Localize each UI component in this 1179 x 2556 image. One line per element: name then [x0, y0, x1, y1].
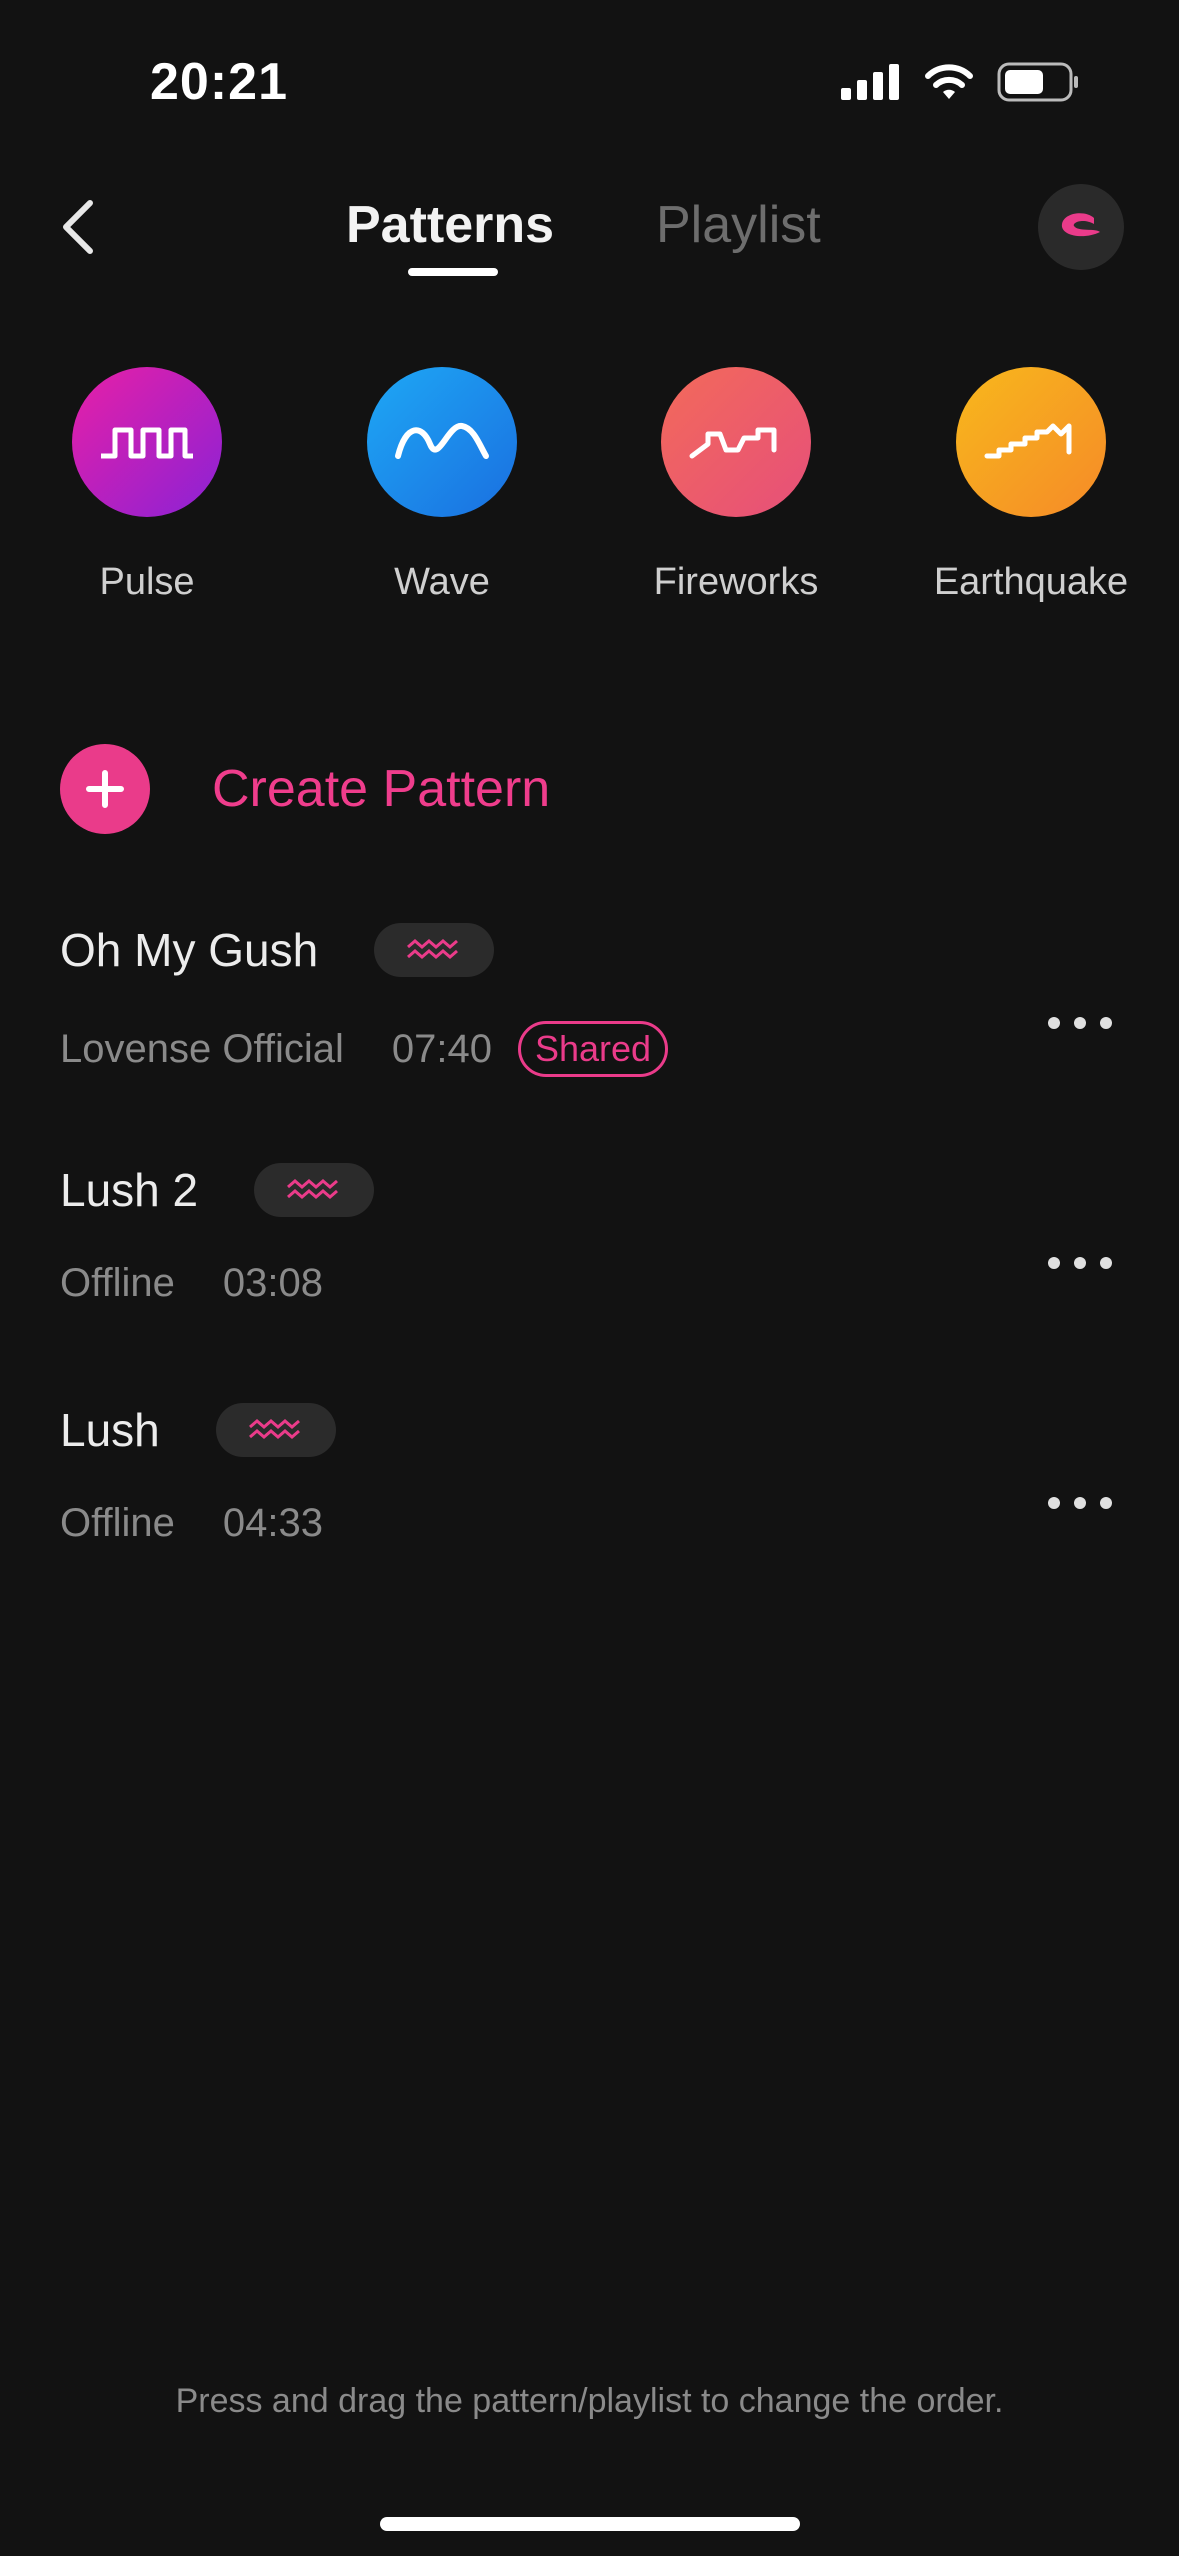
pattern-author: Offline — [60, 1501, 175, 1545]
device-button[interactable] — [1038, 184, 1124, 270]
battery-icon — [997, 62, 1078, 102]
wave-icon — [395, 423, 489, 459]
preset-fireworks[interactable]: Fireworks — [626, 367, 846, 604]
pattern-duration: 04:33 — [222, 1501, 323, 1545]
more-options-button[interactable] — [1040, 1003, 1120, 1043]
pattern-title: Lush — [60, 1404, 160, 1456]
pattern-title: Lush 2 — [60, 1164, 199, 1216]
preset-label: Pulse — [99, 561, 195, 603]
more-options-button[interactable] — [1040, 1243, 1120, 1283]
list-item[interactable]: Oh My Gush Lovense Official 07:40 Shared — [60, 923, 1120, 1123]
create-pattern-button[interactable]: Create Pattern — [60, 744, 550, 834]
tab-playlist[interactable]: Playlist — [656, 195, 821, 255]
active-tab-indicator — [408, 268, 498, 276]
preset-label: Earthquake — [933, 561, 1129, 603]
preset-wave-circle — [367, 367, 517, 517]
list-item[interactable]: Lush 2 Offline 03:08 — [60, 1163, 1120, 1363]
pattern-duration: 03:08 — [222, 1261, 323, 1305]
reorder-hint: Press and drag the pattern/playlist to c… — [175, 2382, 1004, 2420]
fireworks-icon — [689, 427, 777, 459]
device-logo-icon — [1061, 213, 1100, 237]
tab-patterns[interactable]: Patterns — [346, 195, 554, 255]
more-options-button[interactable] — [1040, 1483, 1120, 1523]
preset-wave[interactable]: Wave — [332, 367, 552, 604]
preset-earthquake[interactable]: Earthquake — [921, 367, 1141, 604]
chevron-left-icon — [63, 200, 93, 254]
create-pattern-label: Create Pattern — [212, 760, 551, 818]
wave-lines-icon — [374, 923, 495, 977]
home-indicator — [380, 2517, 800, 2531]
signal-icon — [841, 64, 899, 100]
pattern-author: Lovense Official — [60, 1026, 344, 1071]
status-icons — [841, 62, 1079, 102]
status-time: 20:21 — [150, 53, 288, 111]
preset-fireworks-circle — [661, 367, 811, 517]
preset-label: Wave — [394, 561, 490, 603]
wave-lines-icon — [215, 1403, 336, 1457]
wifi-icon — [925, 64, 973, 99]
patterns-screen: 20:21 Patterns Playlist Pulse Wave Firew… — [0, 0, 1179, 2556]
preset-earthquake-circle — [956, 367, 1106, 517]
plus-icon — [60, 744, 150, 834]
pattern-duration: 07:40 — [391, 1026, 492, 1071]
earthquake-icon — [984, 423, 1072, 459]
back-button[interactable] — [52, 195, 108, 259]
pattern-title: Oh My Gush — [60, 924, 319, 976]
preset-label: Fireworks — [653, 561, 819, 603]
pattern-author: Offline — [60, 1261, 175, 1305]
pulse-icon — [101, 427, 193, 459]
shared-badge: Shared — [517, 1021, 669, 1077]
preset-pulse[interactable]: Pulse — [37, 367, 257, 604]
list-item[interactable]: Lush Offline 04:33 — [60, 1403, 1120, 1603]
preset-pulse-circle — [72, 367, 222, 517]
wave-lines-icon — [254, 1163, 375, 1217]
